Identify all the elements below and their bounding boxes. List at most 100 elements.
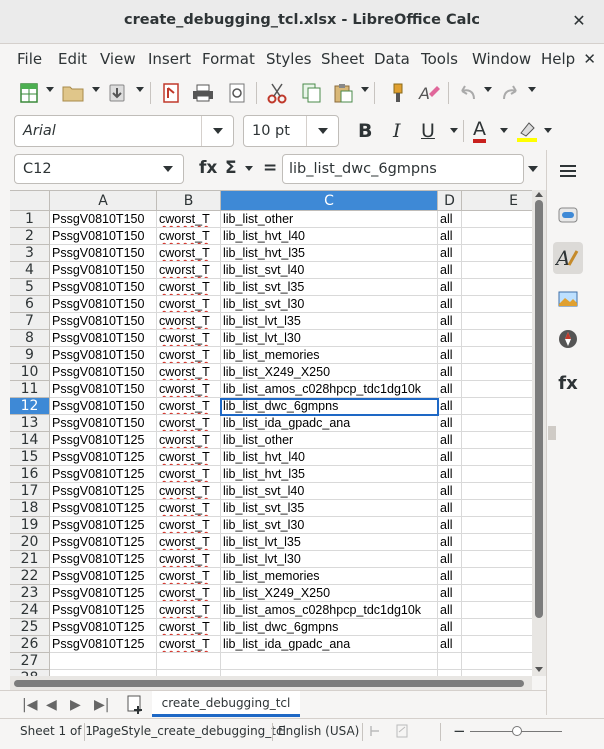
row-header[interactable]: 12 [10,398,50,415]
undo-dropdown-icon[interactable] [484,87,492,92]
grid-cell-c[interactable]: lib_list_memories [221,568,438,585]
previous-sheet-icon[interactable]: ◀ [46,697,57,713]
grid-cell-d[interactable]: all [438,330,462,347]
open-dropdown-icon[interactable] [92,87,100,92]
grid-cell-e[interactable] [462,313,532,330]
row-header[interactable]: 21 [10,551,50,568]
grid-cell-e[interactable] [462,568,532,585]
grid-cell-d[interactable]: all [438,483,462,500]
grid-cell-c[interactable]: lib_list_ida_gpadc_ana [221,415,438,432]
grid-cell-b[interactable]: cworst_T [157,500,221,517]
scroll-up-icon[interactable] [535,192,543,197]
grid-cell-d[interactable]: all [438,415,462,432]
grid-cell-d[interactable]: all [438,602,462,619]
row-header[interactable]: 3 [10,245,50,262]
grid-cell-a[interactable]: PssgV0810T150 [50,381,157,398]
grid-cell-a[interactable]: PssgV0810T150 [50,245,157,262]
grid-cell-d[interactable]: all [438,636,462,653]
grid-cell-d[interactable]: all [438,568,462,585]
column-header-e[interactable]: E [462,191,532,211]
copy-icon[interactable] [298,80,324,106]
grid-cell-e[interactable] [462,262,532,279]
grid-cell-b[interactable]: cworst_T [157,432,221,449]
grid-cell-d[interactable]: all [438,228,462,245]
vertical-scroll-thumb[interactable] [535,200,543,618]
grid-cell-a[interactable]: PssgV0810T150 [50,279,157,296]
grid-cell-e[interactable] [462,296,532,313]
grid-cell-b[interactable]: cworst_T [157,619,221,636]
grid-cell-c[interactable]: lib_list_dwc_6gmpns [221,619,438,636]
sum-dropdown-icon[interactable] [245,166,253,171]
redo-icon[interactable] [498,80,524,106]
grid-cell-e[interactable] [462,500,532,517]
grid-cell-c[interactable]: lib_list_memories [221,347,438,364]
font-color-dropdown-icon[interactable] [500,128,508,133]
grid-cell-b[interactable]: cworst_T [157,313,221,330]
grid-cell-e[interactable] [462,449,532,466]
grid-cell-c[interactable]: lib_list_hvt_l35 [221,466,438,483]
grid-cell-a[interactable]: PssgV0810T150 [50,228,157,245]
clone-formatting-icon[interactable] [384,80,410,106]
grid-cell-b[interactable]: cworst_T [157,398,221,415]
grid-cell-c[interactable]: lib_list_svt_l40 [221,262,438,279]
grid-cell-c[interactable]: lib_list_lvt_l30 [221,330,438,347]
menu-styles[interactable]: Styles [266,50,312,68]
bold-button[interactable]: B [358,120,372,142]
row-header[interactable]: 10 [10,364,50,381]
grid-cell-c[interactable]: lib_list_other [221,432,438,449]
grid-cell-b[interactable]: cworst_T [157,415,221,432]
menu-sheet[interactable]: Sheet [321,50,364,68]
highlight-color-icon[interactable] [514,118,540,144]
menu-help[interactable]: Help [541,50,575,68]
gallery-icon[interactable] [555,286,581,312]
horizontal-scroll-thumb[interactable] [14,680,524,687]
menu-overflow-icon[interactable]: ✕ [583,50,596,68]
row-header[interactable]: 17 [10,483,50,500]
grid-cell-e[interactable] [462,636,532,653]
grid-cell-c[interactable]: lib_list_lvt_l35 [221,313,438,330]
sum-icon[interactable]: Σ [225,158,237,178]
grid-cell-a[interactable]: PssgV0810T150 [50,347,157,364]
paste-dropdown-icon[interactable] [361,87,369,92]
italic-button[interactable]: I [393,120,401,142]
sidebar-collapse-handle[interactable] [548,426,556,440]
grid-cell-e[interactable] [462,364,532,381]
export-pdf-icon[interactable] [158,80,184,106]
row-header[interactable]: 7 [10,313,50,330]
sidebar-menu-icon[interactable] [555,158,581,184]
paste-icon[interactable] [330,80,356,106]
menu-view[interactable]: View [100,50,136,68]
row-header[interactable]: 19 [10,517,50,534]
grid-cell-c[interactable]: lib_list_lvt_l30 [221,551,438,568]
menu-format[interactable]: Format [202,50,255,68]
grid-cell-b[interactable]: cworst_T [157,449,221,466]
row-header[interactable]: 5 [10,279,50,296]
save-dropdown-icon[interactable] [136,87,144,92]
grid-cell-b[interactable]: cworst_T [157,381,221,398]
cut-icon[interactable] [264,80,290,106]
undo-icon[interactable] [454,80,480,106]
grid-cell-c[interactable]: lib_list_svt_l30 [221,296,438,313]
horizontal-scrollbar[interactable] [10,676,532,690]
grid-cell-d[interactable]: all [438,432,462,449]
grid-cell-a[interactable] [50,653,157,670]
grid-cell-a[interactable]: PssgV0810T150 [50,313,157,330]
grid-cell-a[interactable]: PssgV0810T125 [50,483,157,500]
highlight-dropdown-icon[interactable] [544,128,552,133]
font-color-button[interactable]: A [473,120,486,143]
grid-cell-e[interactable] [462,432,532,449]
grid-cell-c[interactable]: lib_list_X249_X250 [221,585,438,602]
row-header[interactable]: 4 [10,262,50,279]
grid-cell-b[interactable]: cworst_T [157,330,221,347]
row-header[interactable]: 25 [10,619,50,636]
grid-cell-c[interactable]: lib_list_hvt_l40 [221,449,438,466]
underline-dropdown-icon[interactable] [450,128,458,133]
grid-cell-b[interactable]: cworst_T [157,602,221,619]
row-header[interactable]: 20 [10,534,50,551]
name-box[interactable]: C12 [14,154,184,184]
menu-edit[interactable]: Edit [58,50,87,68]
expand-formula-icon[interactable] [528,166,538,172]
menu-insert[interactable]: Insert [148,50,191,68]
properties-icon[interactable] [555,202,581,228]
grid-cell-d[interactable]: all [438,313,462,330]
